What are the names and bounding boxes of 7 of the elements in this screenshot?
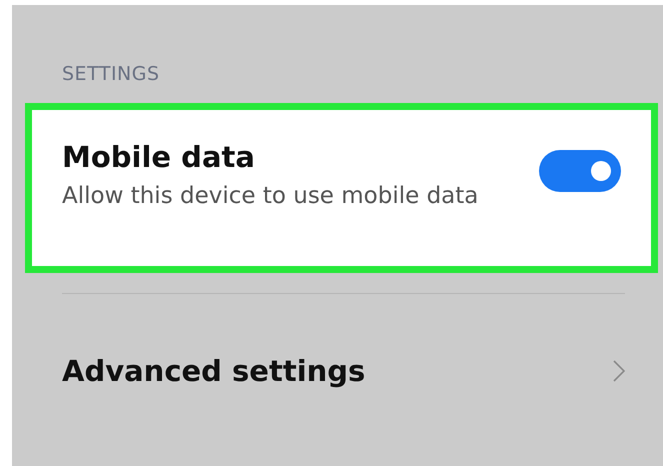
chevron-right-icon [613, 360, 625, 382]
toggle-switch[interactable] [539, 150, 621, 192]
setting-description: Allow this device to use mobile data [62, 182, 478, 210]
highlighted-setting-row[interactable]: Mobile data Allow this device to use mobile data [25, 103, 658, 273]
setting-title: Advanced settings [62, 354, 366, 388]
section-header: SETTINGS [62, 63, 160, 85]
setting-title: Mobile data [62, 140, 256, 174]
